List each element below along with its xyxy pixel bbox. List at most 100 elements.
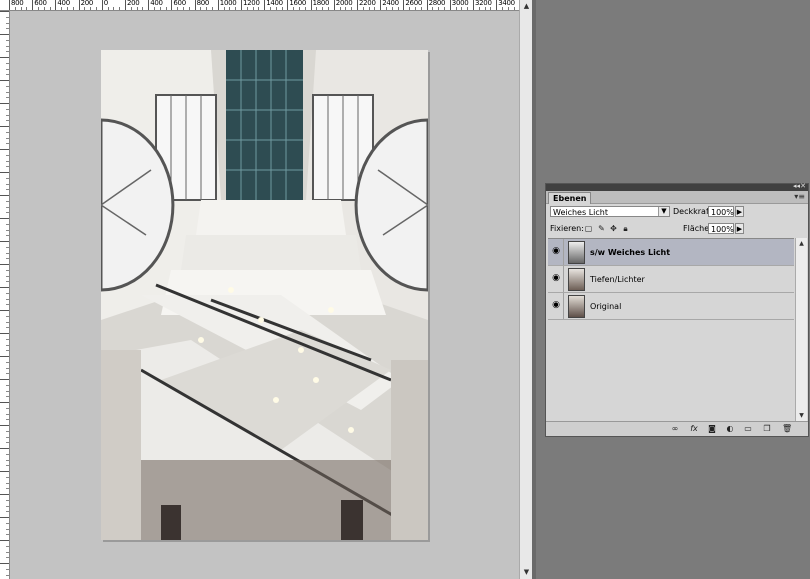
ruler-tick xyxy=(0,80,9,81)
ruler-minor-tick xyxy=(6,137,9,139)
layer-name[interactable]: s/w Weiches Licht xyxy=(590,248,670,257)
layer-name[interactable]: Tiefen/Lichter xyxy=(590,275,645,284)
collapse-icon[interactable]: ◂◂ xyxy=(793,182,800,190)
eye-icon[interactable]: ◉ xyxy=(551,273,561,283)
document-image[interactable] xyxy=(101,50,428,540)
panel-menu-icon[interactable]: ▾≡ xyxy=(794,192,805,201)
ruler-tick xyxy=(0,333,9,334)
horizontal-ruler[interactable]: 800 600 400 200 0 200 400 600 800 1000 1200 1400 160… xyxy=(9,0,519,11)
fill-slider-button[interactable]: ▶ xyxy=(735,223,744,234)
ruler-minor-tick xyxy=(67,7,68,10)
ruler-minor-tick xyxy=(26,7,28,10)
ruler-minor-tick xyxy=(6,160,9,162)
ruler-tick xyxy=(0,195,9,196)
ruler-minor-tick xyxy=(6,275,9,277)
vertical-ruler[interactable] xyxy=(0,11,10,579)
ruler-minor-tick xyxy=(6,74,9,76)
ruler-tick xyxy=(0,448,9,449)
scroll-up-icon[interactable]: ▲ xyxy=(797,239,806,248)
ruler-minor-tick xyxy=(507,7,509,10)
document-window: 800 600 400 200 0 200 400 600 800 1000 1200 1400 160… xyxy=(0,0,533,579)
layer-name[interactable]: Original xyxy=(590,302,621,311)
ruler-minor-tick xyxy=(38,7,39,10)
ruler-tick xyxy=(0,149,9,150)
ruler-tick xyxy=(0,172,9,173)
layers-panel: ◂◂ ✕ Ebenen ▾≡ Weiches Licht ▼ Deckkraft… xyxy=(545,182,809,437)
opacity-input[interactable]: 100% xyxy=(708,206,734,217)
ruler-minor-tick xyxy=(478,7,480,10)
fill-input[interactable]: 100% xyxy=(708,223,734,234)
ruler-minor-tick xyxy=(484,7,486,10)
ruler-label: 200 xyxy=(80,0,94,7)
ruler-minor-tick xyxy=(6,442,9,444)
ruler-minor-tick xyxy=(6,321,9,323)
trash-icon[interactable]: 🗑︎ xyxy=(782,424,792,434)
fx-icon[interactable]: fx xyxy=(689,424,699,434)
ruler-minor-tick xyxy=(142,7,144,10)
mask-icon[interactable]: ◙ xyxy=(707,424,717,434)
ruler-minor-tick xyxy=(6,154,9,156)
lock-position-icon[interactable]: ✥ xyxy=(609,224,618,233)
ruler-minor-tick xyxy=(6,430,9,432)
ruler-minor-tick xyxy=(432,7,434,10)
ruler-minor-tick xyxy=(513,7,515,10)
eye-icon[interactable]: ◉ xyxy=(551,246,561,256)
ruler-minor-tick xyxy=(6,459,9,461)
ruler-tick xyxy=(217,0,219,10)
ruler-minor-tick xyxy=(368,7,370,10)
ruler-minor-tick xyxy=(6,269,9,271)
layer-row[interactable]: ◉ s/w Weiches Licht xyxy=(548,239,794,266)
ruler-minor-tick xyxy=(6,384,9,386)
lock-pixels-icon[interactable]: ✎ xyxy=(597,224,606,233)
ruler-label: 3400 xyxy=(498,0,515,7)
ruler-tick xyxy=(241,0,242,10)
scroll-up-icon[interactable]: ▲ xyxy=(522,2,531,11)
ruler-minor-tick xyxy=(183,7,184,10)
ruler-label: 1400 xyxy=(266,0,283,7)
ruler-minor-tick xyxy=(20,7,22,10)
ruler-minor-tick xyxy=(119,7,121,10)
ruler-minor-tick xyxy=(6,235,9,237)
layer-list-scrollbar[interactable]: ▲ ▼ xyxy=(795,238,807,421)
ruler-minor-tick xyxy=(328,7,329,10)
ruler-tick xyxy=(0,126,9,127)
panel-titlebar[interactable]: ◂◂ ✕ xyxy=(546,182,808,191)
ruler-tick xyxy=(0,425,9,426)
link-icon[interactable]: ∞ xyxy=(670,424,680,434)
ruler-minor-tick xyxy=(246,7,248,10)
group-icon[interactable]: ▭ xyxy=(743,424,753,434)
ruler-minor-tick xyxy=(6,85,9,87)
ruler-minor-tick xyxy=(188,7,190,10)
ruler-tick xyxy=(0,540,9,541)
eye-icon[interactable]: ◉ xyxy=(551,300,561,310)
opacity-slider-button[interactable]: ▶ xyxy=(735,206,744,217)
ruler-minor-tick xyxy=(6,252,9,254)
ruler-minor-tick xyxy=(6,396,9,398)
layer-row[interactable]: ◉ Tiefen/Lichter xyxy=(548,266,794,293)
ruler-tick xyxy=(0,471,9,472)
ruler-minor-tick xyxy=(229,7,231,10)
ruler-label: 2800 xyxy=(428,0,446,7)
ruler-tick xyxy=(310,0,312,10)
ruler-minor-tick xyxy=(14,7,16,10)
close-icon[interactable]: ✕ xyxy=(800,182,806,190)
layer-row[interactable]: ◉ Original xyxy=(548,293,794,320)
layer-thumbnail xyxy=(568,241,585,264)
ruler-minor-tick xyxy=(275,7,277,10)
ruler-tick xyxy=(9,0,10,10)
scroll-down-icon[interactable]: ▼ xyxy=(797,411,806,420)
lock-transparency-icon[interactable]: ▢ xyxy=(584,224,593,233)
blend-mode-select[interactable]: Weiches Licht ▼ xyxy=(550,206,670,217)
ruler-label: 200 xyxy=(127,0,140,7)
ruler-minor-tick xyxy=(6,522,9,524)
scroll-down-icon[interactable]: ▼ xyxy=(522,568,531,577)
ruler-minor-tick xyxy=(6,367,9,369)
lock-all-icon[interactable]: 🔒︎ xyxy=(621,224,630,233)
ruler-minor-tick xyxy=(235,7,237,10)
ruler-minor-tick xyxy=(90,7,92,10)
adjustment-icon[interactable]: ◐ xyxy=(725,424,735,434)
new-layer-icon[interactable]: ❐ xyxy=(762,424,772,434)
tab-layers[interactable]: Ebenen xyxy=(548,192,592,204)
document-scrollbar[interactable]: ▲ ▼ xyxy=(519,0,533,579)
ruler-minor-tick xyxy=(6,39,9,41)
